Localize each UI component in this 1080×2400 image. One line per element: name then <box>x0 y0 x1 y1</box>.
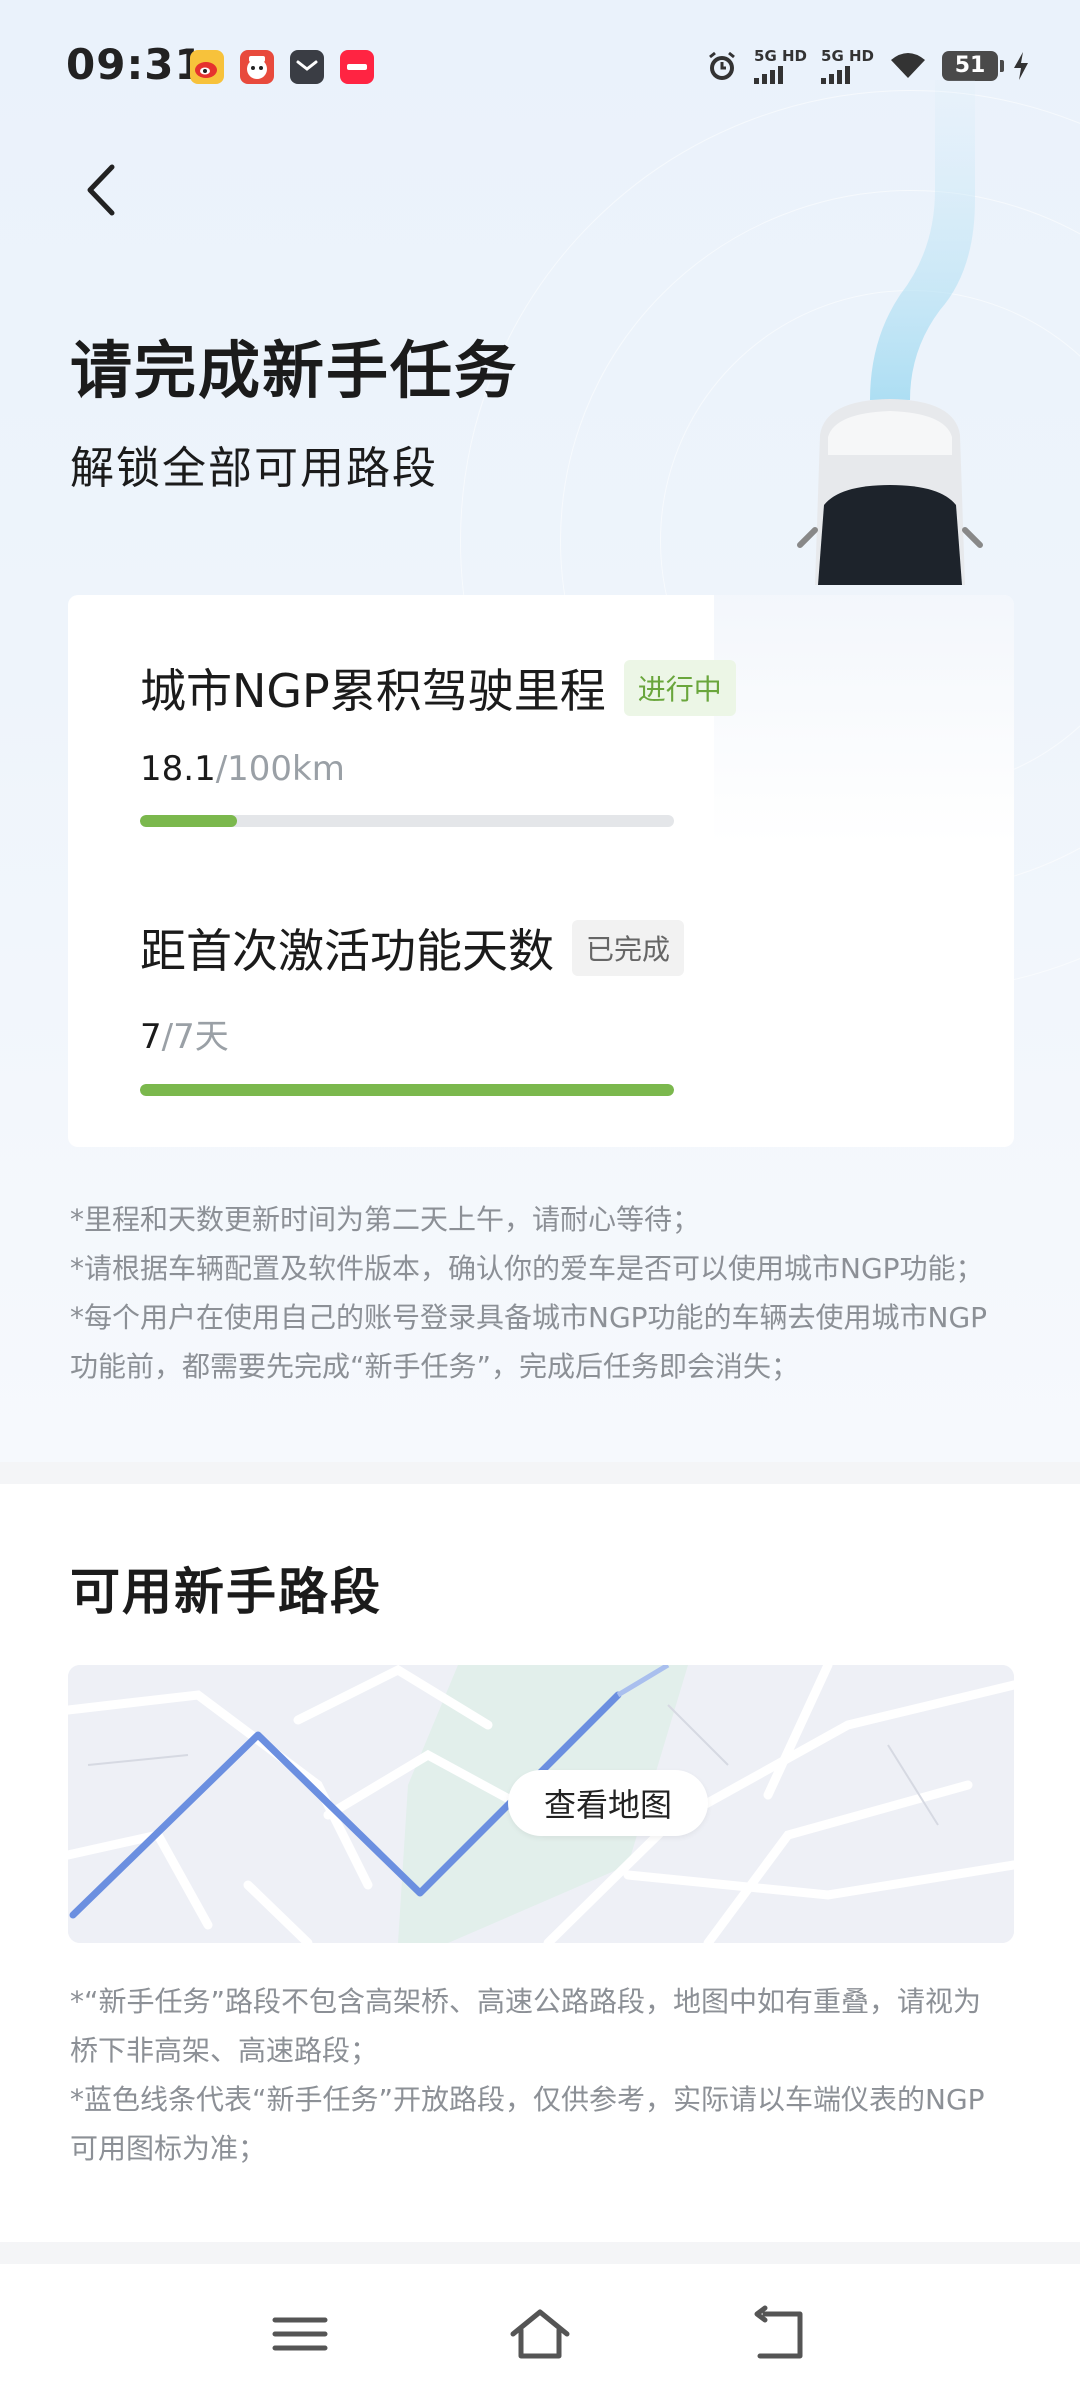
task-progress-text: 18.1/100km <box>140 749 736 789</box>
task-progress-text: 7/7天 <box>140 1009 684 1058</box>
progress-fill <box>140 1084 674 1096</box>
task-current-value: 18.1 <box>140 749 216 789</box>
progress-bar <box>140 1084 674 1096</box>
signal-2: 5G HD <box>821 48 874 84</box>
note-line: *每个用户在使用自己的账号登录具备城市NGP功能的车辆去使用城市NGP <box>70 1301 988 1334</box>
section-title: 可用新手路段 <box>70 1563 382 1621</box>
game-app-icon <box>240 50 274 84</box>
task-notes: *里程和天数更新时间为第二天上午，请耐心等待； *请根据车辆配置及软件版本，确认… <box>70 1195 1030 1391</box>
card-fade <box>714 595 1014 845</box>
section-divider <box>0 2242 1080 2264</box>
note-line: *请根据车辆配置及软件版本，确认你的爱车是否可以使用城市NGP功能； <box>70 1252 984 1285</box>
task-total-value: /7天 <box>161 1017 229 1057</box>
back-icon[interactable] <box>745 2304 815 2364</box>
back-arrow-icon[interactable] <box>72 155 132 225</box>
note-line: *蓝色线条代表“新手任务”开放路段，仅供参考，实际请以车端仪表的NGP <box>70 2083 985 2116</box>
note-line: 可用图标为准； <box>70 2132 267 2165</box>
mail-app-icon <box>290 50 324 84</box>
system-navigation-bar <box>0 2264 1080 2400</box>
task-item-days: 距首次激活功能天数 已完成 7/7天 <box>140 915 685 1096</box>
task-item-mileage: 城市NGP累积驾驶里程 进行中 18.1/100km <box>140 655 736 827</box>
task-title-text: 距首次激活功能天数 <box>140 924 554 978</box>
progress-bar <box>140 815 674 827</box>
route-notes: *“新手任务”路段不包含高架桥、高速公路路段，地图中如有重叠，请视为 桥下非高架… <box>70 1977 1030 2173</box>
note-line: 桥下非高架、高速路段； <box>70 2034 379 2067</box>
weibo-app-icon <box>190 50 224 84</box>
note-line: *里程和天数更新时间为第二天上午，请耐心等待； <box>70 1203 701 1236</box>
alarm-icon <box>709 51 735 80</box>
task-total-value: /100km <box>215 749 345 789</box>
progress-fill <box>140 815 237 827</box>
note-line: *“新手任务”路段不包含高架桥、高速公路路段，地图中如有重叠，请视为 <box>70 1985 982 2018</box>
task-card: 城市NGP累积驾驶里程 进行中 18.1/100km 距首次激活功能天数 已完成… <box>68 595 1014 1147</box>
section-divider <box>0 1462 1080 1484</box>
page-subtitle: 解锁全部可用路段 <box>70 443 438 494</box>
status-time: 09:31 <box>66 40 205 89</box>
route-map-preview[interactable]: 查看地图 <box>68 1665 1014 1943</box>
signal-1: 5G HD <box>754 48 807 84</box>
note-line: 功能前，都需要先完成“新手任务”，完成后任务即会消失； <box>70 1350 800 1383</box>
task-title: 城市NGP累积驾驶里程 进行中 <box>140 655 736 721</box>
menu-icon[interactable] <box>265 2304 335 2364</box>
charging-icon <box>1014 52 1028 80</box>
task-title-text: 城市NGP累积驾驶里程 <box>140 664 606 718</box>
home-icon[interactable] <box>505 2304 575 2364</box>
task-current-value: 7 <box>140 1017 162 1057</box>
page-title: 请完成新手任务 <box>70 334 519 407</box>
road-trail-illustration <box>870 80 975 400</box>
battery-indicator: 51 <box>942 51 1004 81</box>
task-title: 距首次激活功能天数 已完成 <box>140 915 685 981</box>
status-badge-in-progress: 进行中 <box>623 660 736 716</box>
wifi-icon <box>891 53 925 78</box>
signal-bars-icon <box>754 64 807 84</box>
status-badge-completed: 已完成 <box>572 920 685 976</box>
xiaohongshu-app-icon <box>340 50 374 84</box>
view-map-button[interactable]: 查看地图 <box>508 1770 708 1836</box>
